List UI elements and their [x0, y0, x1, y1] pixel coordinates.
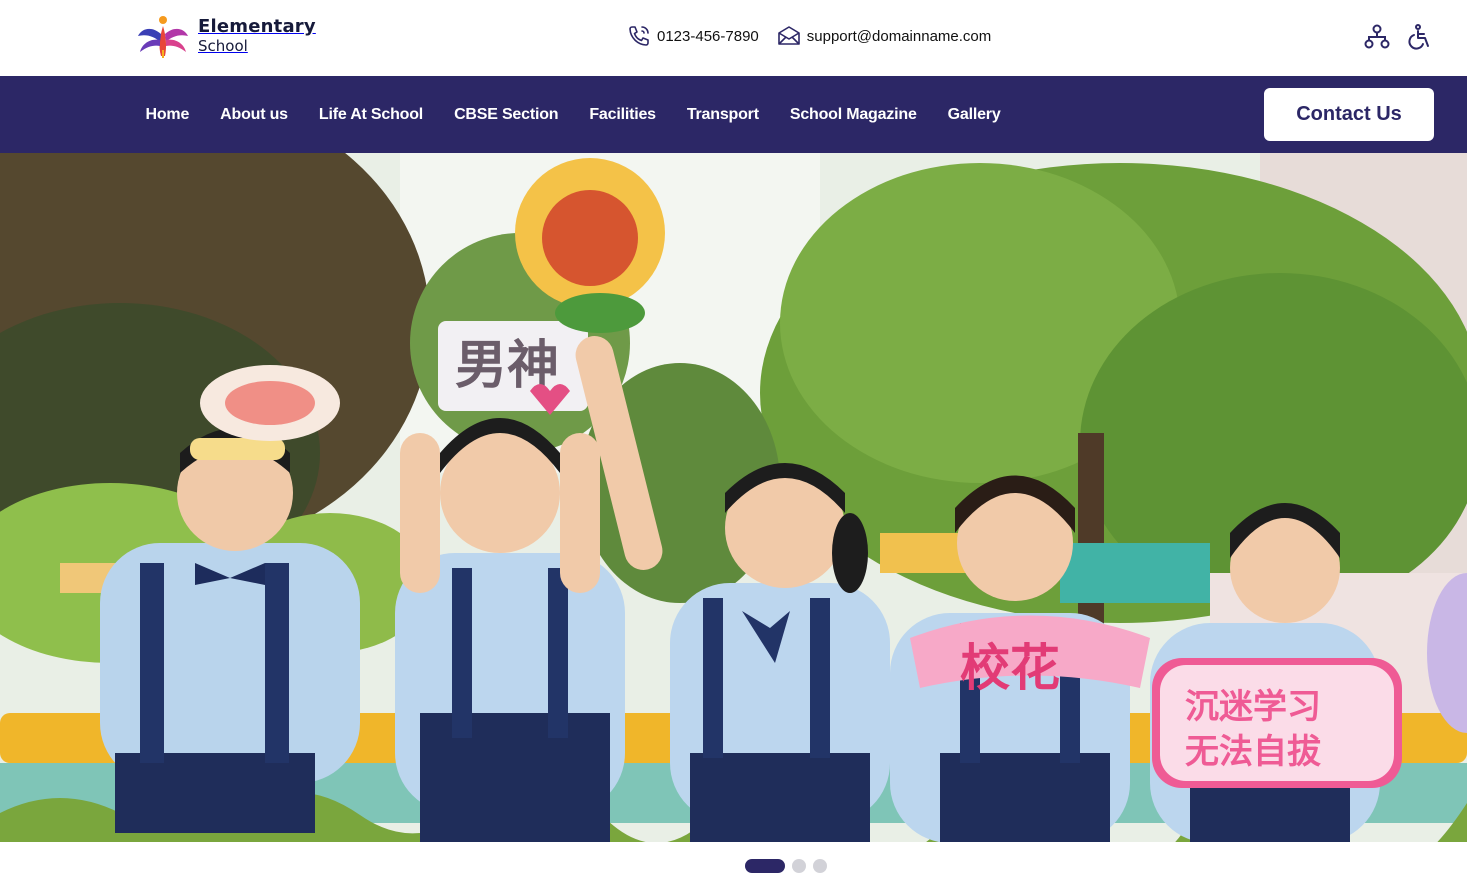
- svg-text:沉迷学习: 沉迷学习: [1185, 687, 1321, 727]
- hero-image: 男神 校花 沉迷学习 无法自拔: [0, 153, 1467, 842]
- nav-link-school-magazine[interactable]: School Magazine: [774, 106, 932, 124]
- site-logo[interactable]: Elementary School: [136, 14, 316, 58]
- nav-item-school-magazine: School Magazine: [774, 106, 932, 124]
- nav-link-home[interactable]: Home: [130, 106, 205, 124]
- accessibility-button[interactable]: [1405, 22, 1433, 52]
- nav-link-transport[interactable]: Transport: [671, 106, 774, 124]
- carousel-dot-2[interactable]: [792, 859, 806, 873]
- nav-item-transport: Transport: [671, 106, 774, 124]
- carousel-dot-3[interactable]: [813, 859, 827, 873]
- svg-text:无法自拔: 无法自拔: [1185, 732, 1321, 772]
- contact-us-button[interactable]: Contact Us: [1264, 88, 1434, 141]
- logo-icon: [138, 16, 188, 58]
- phone-number: 0123-456-7890: [657, 27, 759, 45]
- brand-tagline: School: [198, 37, 248, 55]
- nav-link-cbse-section[interactable]: CBSE Section: [439, 106, 574, 124]
- nav-item-about-us: About us: [205, 106, 304, 124]
- envelope-icon: [777, 26, 800, 45]
- contact-info: 0123-456-7890 support@domainname.com: [627, 24, 991, 48]
- email-link[interactable]: support@domainname.com: [777, 24, 991, 48]
- main-navigation: Home About us Life At School CBSE Sectio…: [0, 76, 1467, 153]
- nav-link-gallery[interactable]: Gallery: [932, 106, 1016, 124]
- nav-link-life-at-school[interactable]: Life At School: [303, 106, 438, 124]
- phone-link[interactable]: 0123-456-7890: [627, 24, 759, 48]
- nav-link-facilities[interactable]: Facilities: [574, 106, 671, 124]
- email-address: support@domainname.com: [806, 27, 992, 45]
- utility-icons: [1363, 22, 1433, 52]
- nav-item-facilities: Facilities: [574, 106, 671, 124]
- nav-item-cbse-section: CBSE Section: [439, 106, 574, 124]
- nav-link-about-us[interactable]: About us: [205, 106, 304, 124]
- carousel-dot-1[interactable]: [745, 859, 785, 873]
- nav-item-life-at-school: Life At School: [303, 106, 438, 124]
- nav-menu: Home About us Life At School CBSE Sectio…: [130, 76, 1016, 153]
- nav-item-gallery: Gallery: [932, 106, 1016, 124]
- sitemap-button[interactable]: [1363, 22, 1391, 52]
- nav-item-home: Home: [130, 106, 205, 124]
- hero-banner: 男神 校花 沉迷学习 无法自拔: [0, 153, 1467, 842]
- svg-text:校花: 校花: [960, 639, 1060, 697]
- top-bar: Elementary School 0123-456-7890 support@…: [0, 0, 1467, 76]
- accessibility-icon: [1408, 24, 1429, 50]
- sitemap-icon: [1364, 24, 1390, 49]
- phone-icon: [629, 26, 649, 46]
- carousel-pagination: [745, 859, 827, 873]
- brand-name: Elementary: [198, 16, 316, 37]
